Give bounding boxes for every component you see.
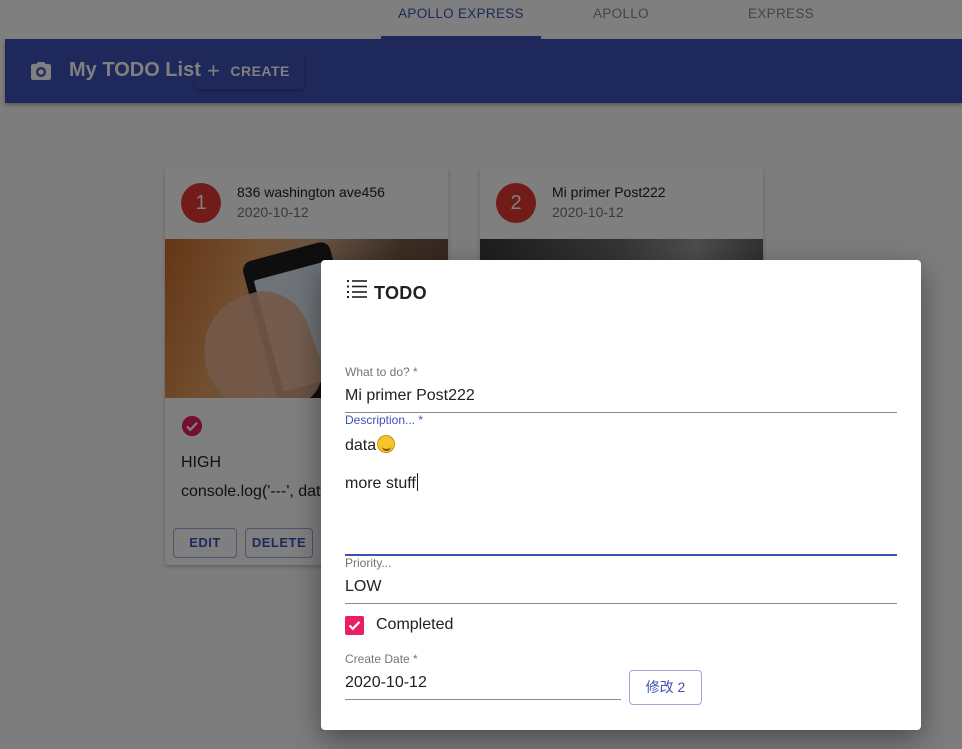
todo-dialog: TODO What to do? * Mi primer Post222 Des… (321, 260, 921, 730)
description-line-2[interactable]: more stuff (345, 473, 418, 493)
text-caret (416, 473, 418, 491)
description-label: Description... * (345, 413, 424, 427)
create-date-input[interactable]: 2020-10-12 (345, 674, 427, 692)
priority-input[interactable]: LOW (345, 578, 381, 596)
description-text: data (345, 437, 377, 454)
list-icon (347, 280, 367, 298)
description-line-1[interactable]: data (345, 435, 396, 455)
create-date-label: Create Date * (345, 652, 418, 666)
description-text: more stuff (345, 475, 416, 492)
what-to-do-label: What to do? * (345, 365, 418, 379)
update-button[interactable]: 修改 2 (629, 670, 702, 705)
description-underline (345, 554, 897, 556)
dialog-title: TODO (374, 283, 427, 303)
what-to-do-underline (345, 412, 897, 413)
create-date-underline (345, 699, 621, 700)
what-to-do-input[interactable]: Mi primer Post222 (345, 387, 475, 405)
laughing-emoji-icon (377, 435, 396, 453)
priority-underline (345, 603, 897, 604)
checkmark-icon (348, 621, 361, 631)
completed-label[interactable]: Completed (376, 616, 453, 634)
priority-label: Priority... (345, 556, 392, 570)
completed-checkbox[interactable] (345, 616, 364, 635)
